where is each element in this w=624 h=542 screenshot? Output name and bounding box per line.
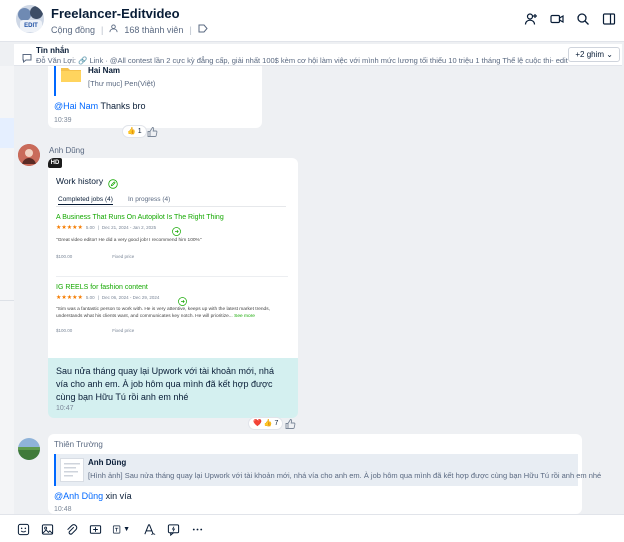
message-bubble[interactable]: Thiên Trường Anh Dũng [Hình ảnh] Sau nửa… — [48, 434, 601, 514]
reaction-summary[interactable]: 👍 1 — [122, 125, 147, 138]
hd-badge: HD — [48, 158, 62, 168]
job-dates: Dec 21, 2024 - Jan 2, 2025 — [101, 225, 157, 230]
chevron-down-icon: ▼ — [123, 525, 131, 533]
conversation-info-icon[interactable] — [602, 12, 616, 26]
job-entry: A Business That Runs On Autopilot Is The… — [56, 214, 288, 259]
quoted-text: [Hình ảnh] Sau nửa tháng quay lại Upwork… — [88, 471, 602, 480]
job-price-type: Fixed price — [112, 254, 135, 259]
message-text: @Anh Dũng xin vía — [54, 490, 132, 503]
mention[interactable]: @Anh Dũng — [54, 491, 103, 501]
job-feedback: "Sim was a fantastic person to work with… — [56, 306, 288, 320]
rating-stars: ★★★★★ — [56, 225, 83, 231]
mention[interactable]: @Hai Nam — [54, 101, 98, 111]
folder-icon — [60, 66, 82, 83]
work-history-title: Work history — [56, 176, 104, 186]
group-meta: Cộng đồng | 168 thành viên | — [51, 24, 208, 35]
message-time: 10:39 — [54, 117, 72, 124]
sender-avatar[interactable] — [18, 144, 40, 166]
thumbs-up-icon: 👍 — [127, 128, 136, 135]
job-title: A Business That Runs On Autopilot Is The… — [56, 214, 224, 221]
message-body: Thanks bro — [98, 101, 146, 111]
work-history-tabs: Completed jobs (4) In progress (4) — [56, 195, 286, 207]
text-format-icon[interactable] — [142, 522, 156, 536]
avatar-label: EDIT — [20, 20, 42, 32]
search-icon[interactable] — [576, 12, 590, 26]
quoted-image-thumbnail — [60, 458, 84, 482]
share-icon — [178, 293, 187, 306]
job-price: $100.00 — [56, 254, 73, 259]
job-feedback: "Great video editor! He did a very good … — [56, 238, 202, 243]
thumbs-up-icon: 👍 — [263, 420, 273, 427]
job-price-type: Fixed price — [112, 328, 135, 333]
tab-in-progress: In progress (4) — [128, 196, 171, 203]
pinned-text[interactable]: Đỗ Văn Lợi: 🔗 Link · @All contest lần 2 … — [36, 56, 571, 65]
quoted-type: [Thư mục] Pen(Việt) — [88, 79, 156, 88]
pinned-label: Tin nhắn — [36, 46, 70, 55]
image-icon[interactable] — [40, 522, 54, 536]
chevron-down-icon: ⌄ — [606, 50, 613, 59]
message-bubble[interactable]: Hai Nam [Thư mục] Pen(Việt) @Hai Nam Tha… — [48, 66, 262, 128]
more-pins-button[interactable]: +2 ghim ⌄ — [568, 47, 620, 62]
sidebar-strip — [0, 66, 14, 514]
quick-message-icon[interactable] — [166, 522, 180, 536]
message-text: @Hai Nam Thanks bro — [54, 100, 146, 113]
quoted-name: Anh Dũng — [88, 458, 127, 467]
message-body: xin vía — [103, 491, 132, 501]
see-more-link: See more — [234, 314, 255, 319]
chat-header: EDIT Freelancer-Editvideo Cộng đồng | 16… — [0, 0, 624, 42]
screenshot-icon[interactable] — [88, 522, 102, 536]
message-time: 10:47 — [56, 405, 74, 412]
job-price: $100.00 — [56, 328, 73, 333]
members-icon — [109, 24, 118, 35]
shared-image[interactable]: HD Work history Completed jobs (4) In pr… — [48, 158, 298, 358]
message-text: Sau nửa tháng quay lại Upwork với tài kh… — [56, 366, 274, 402]
rating-stars: ★★★★★ — [56, 295, 83, 301]
quoted-message[interactable]: Hai Nam [Thư mục] Pen(Việt) — [54, 66, 250, 96]
add-member-icon[interactable] — [524, 12, 538, 26]
job-rating: 5.00 — [85, 295, 95, 300]
job-title: IG REELS for fashion content — [56, 284, 148, 291]
sticker-icon[interactable] — [16, 522, 30, 536]
sender-avatar[interactable] — [18, 438, 40, 460]
message-list[interactable]: Hai Nam [Thư mục] Pen(Việt) @Hai Nam Tha… — [14, 66, 624, 514]
like-outline-icon[interactable] — [284, 417, 296, 429]
pinned-message-bar[interactable]: Tin nhắn Đỗ Văn Lợi: 🔗 Link · @All conte… — [14, 44, 622, 66]
tab-completed-jobs: Completed jobs (4) — [58, 196, 113, 205]
edit-icon — [108, 176, 118, 189]
job-dates: Dec 06, 2024 - Dec 29, 2024 — [101, 295, 160, 300]
quoted-message[interactable]: Anh Dũng [Hình ảnh] Sau nửa tháng quay l… — [54, 454, 601, 486]
heart-icon: ❤️ — [253, 420, 262, 427]
more-pins-label: +2 ghim — [575, 50, 605, 59]
job-rating: 5.00 — [85, 225, 95, 230]
business-card-icon[interactable]: ▼ — [112, 522, 132, 536]
tag-icon[interactable] — [198, 24, 208, 35]
attachment-icon[interactable] — [64, 522, 78, 536]
group-avatar[interactable]: EDIT — [16, 5, 44, 33]
group-type: Cộng đồng — [51, 24, 96, 35]
sender-name[interactable]: Anh Dũng — [49, 146, 85, 155]
group-title[interactable]: Freelancer-Editvideo — [51, 6, 180, 21]
like-outline-icon[interactable] — [146, 125, 158, 137]
message-time: 10:48 — [54, 506, 72, 513]
share-icon — [172, 223, 181, 236]
member-count[interactable]: 168 thành viên — [124, 25, 183, 35]
reaction-count: 7 — [274, 420, 279, 427]
video-call-icon[interactable] — [550, 12, 564, 26]
sender-name[interactable]: Thiên Trường — [54, 440, 103, 449]
message-bubble[interactable]: Sau nửa tháng quay lại Upwork với tài kh… — [48, 358, 298, 418]
quoted-name: Hai Nam — [88, 66, 121, 75]
more-options-icon[interactable] — [190, 522, 204, 536]
composer-toolbar: ▼ — [0, 514, 624, 542]
job-entry: IG REELS for fashion content ★★★★★ 5.00 … — [56, 284, 288, 333]
message-icon — [22, 50, 32, 64]
reaction-count: 1 — [137, 128, 142, 135]
reaction-summary[interactable]: ❤️ 👍 7 — [248, 417, 284, 430]
